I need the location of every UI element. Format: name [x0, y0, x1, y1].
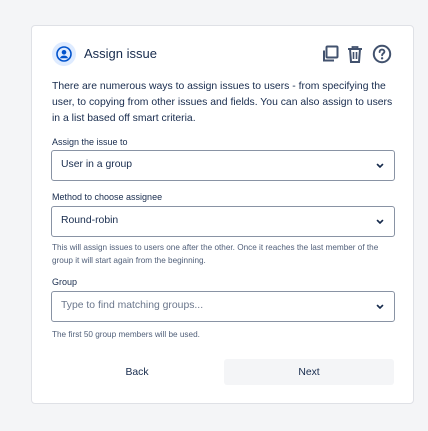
group-label: Group: [52, 277, 78, 287]
copy-icon[interactable]: [320, 43, 340, 65]
assign-issue-card: Assign issue There are numerous ways to: [31, 25, 414, 404]
group-help-text: The first 50 group members will be used.: [52, 330, 200, 339]
chevron-down-icon: [376, 219, 384, 224]
assign-to-value: User in a group: [61, 159, 133, 170]
group-placeholder: Type to find matching groups...: [61, 300, 204, 311]
method-help-text: This will assign issues to users one aft…: [52, 243, 379, 265]
back-button[interactable]: Back: [52, 359, 222, 385]
user-icon: [52, 42, 76, 66]
chevron-down-icon: [376, 304, 384, 309]
help-icon[interactable]: [372, 43, 392, 65]
method-label: Method to choose assignee: [52, 192, 163, 202]
next-button[interactable]: Next: [224, 359, 394, 385]
assign-to-select[interactable]: User in a group: [51, 150, 395, 181]
method-select[interactable]: Round-robin: [51, 206, 395, 237]
dialog-title: Assign issue: [84, 46, 157, 61]
card-header: Assign issue: [32, 26, 413, 84]
trash-icon[interactable]: [345, 43, 365, 65]
method-value: Round-robin: [61, 215, 119, 226]
dialog-description: There are numerous ways to assign issues…: [52, 81, 393, 124]
chevron-down-icon: [376, 163, 384, 168]
group-search-input[interactable]: Type to find matching groups...: [51, 291, 395, 322]
assign-to-label: Assign the issue to: [52, 137, 128, 147]
